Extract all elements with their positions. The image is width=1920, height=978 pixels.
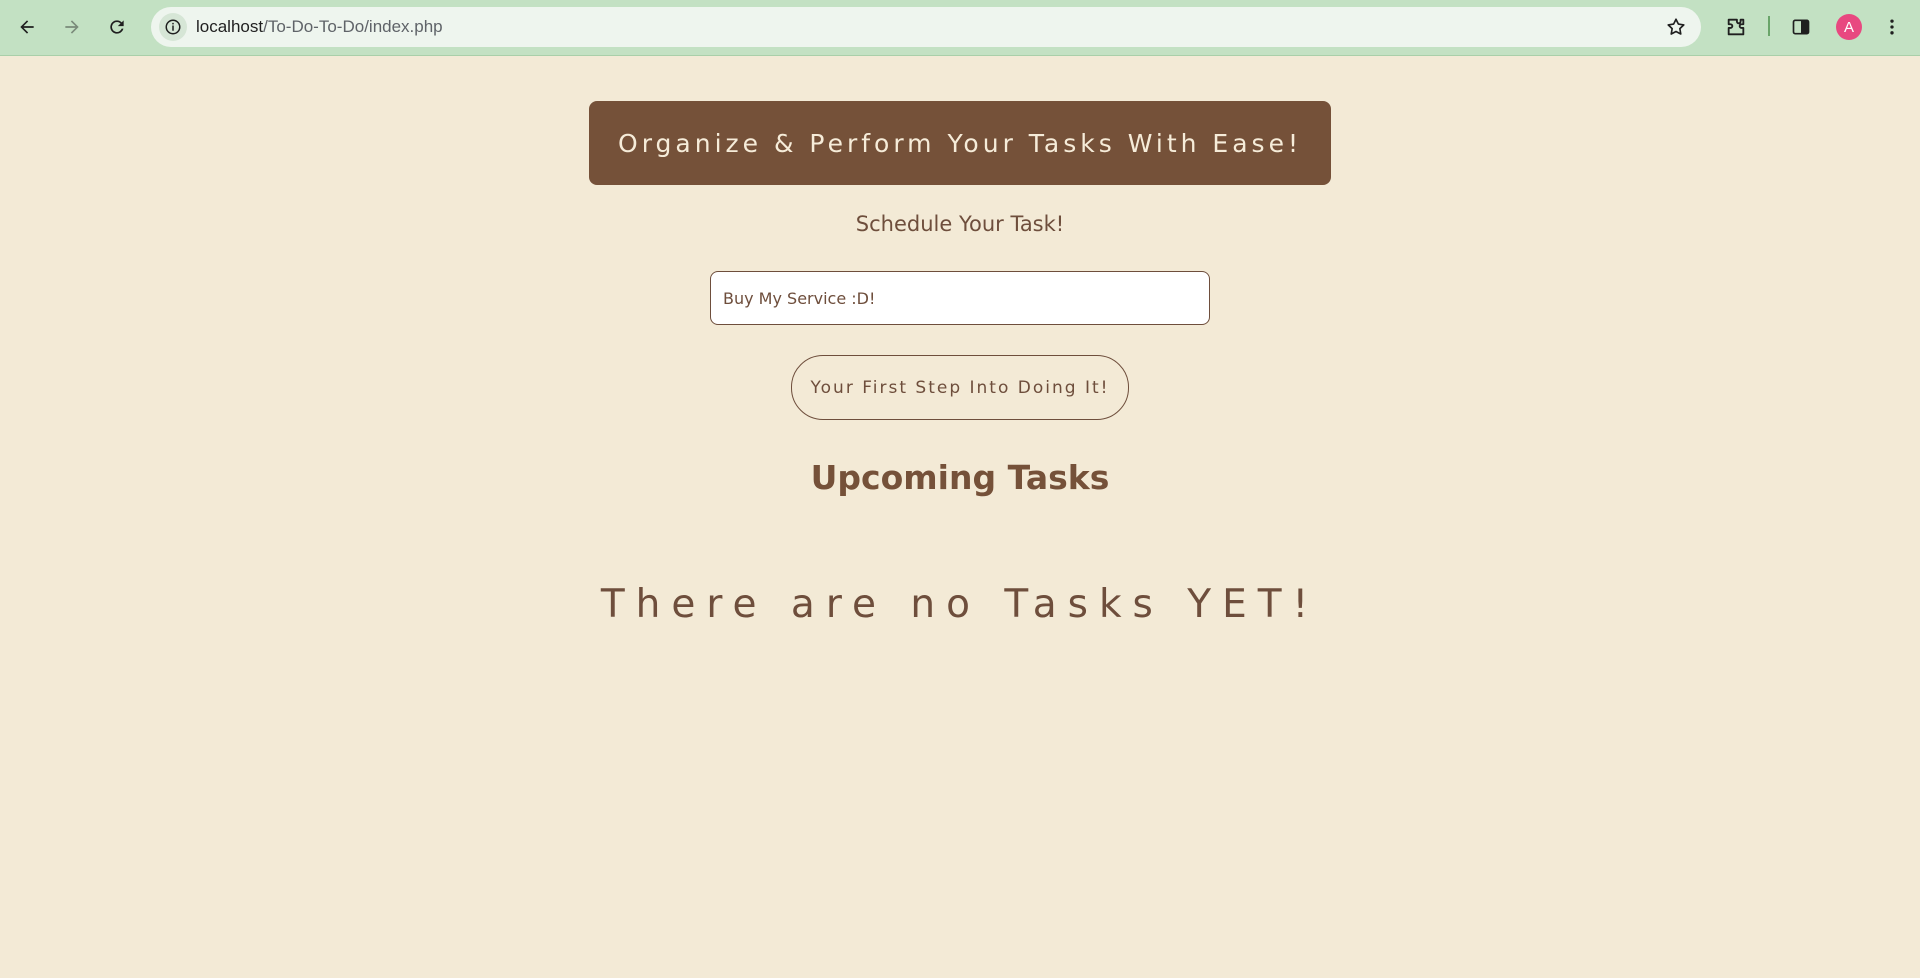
toolbar-divider — [1768, 16, 1770, 36]
task-input[interactable] — [710, 271, 1210, 325]
page-banner: Organize & Perform Your Tasks With Ease! — [589, 101, 1331, 185]
url-host: localhost — [196, 17, 264, 36]
forward-button[interactable] — [55, 10, 89, 44]
side-panel-icon — [1792, 19, 1810, 35]
upcoming-tasks-heading: Upcoming Tasks — [810, 458, 1110, 497]
star-icon[interactable] — [1665, 16, 1687, 38]
empty-tasks-message: There are no Tasks YET! — [600, 582, 1320, 627]
address-bar[interactable]: localhost/To-Do-To-Do/index.php — [151, 7, 1701, 47]
browser-menu-button[interactable] — [1878, 13, 1906, 41]
side-panel-button[interactable] — [1787, 13, 1815, 41]
schedule-label: Schedule Your Task! — [855, 212, 1065, 236]
extensions-icon — [1727, 18, 1745, 36]
add-task-button[interactable]: Your First Step Into Doing It! — [791, 355, 1129, 420]
browser-toolbar: localhost/To-Do-To-Do/index.php A — [0, 0, 1920, 56]
url-path: /To-Do-To-Do/index.php — [263, 17, 443, 36]
url-text: localhost/To-Do-To-Do/index.php — [196, 17, 443, 37]
back-arrow-icon — [20, 20, 34, 34]
reload-icon — [110, 20, 124, 34]
reload-button[interactable] — [100, 10, 134, 44]
extensions-button[interactable] — [1722, 13, 1750, 41]
info-icon — [165, 19, 181, 35]
back-button[interactable] — [10, 10, 44, 44]
forward-arrow-icon — [65, 20, 79, 34]
menu-dots-icon — [1890, 19, 1894, 35]
site-info-button[interactable] — [159, 13, 187, 41]
profile-avatar[interactable]: A — [1836, 14, 1862, 40]
